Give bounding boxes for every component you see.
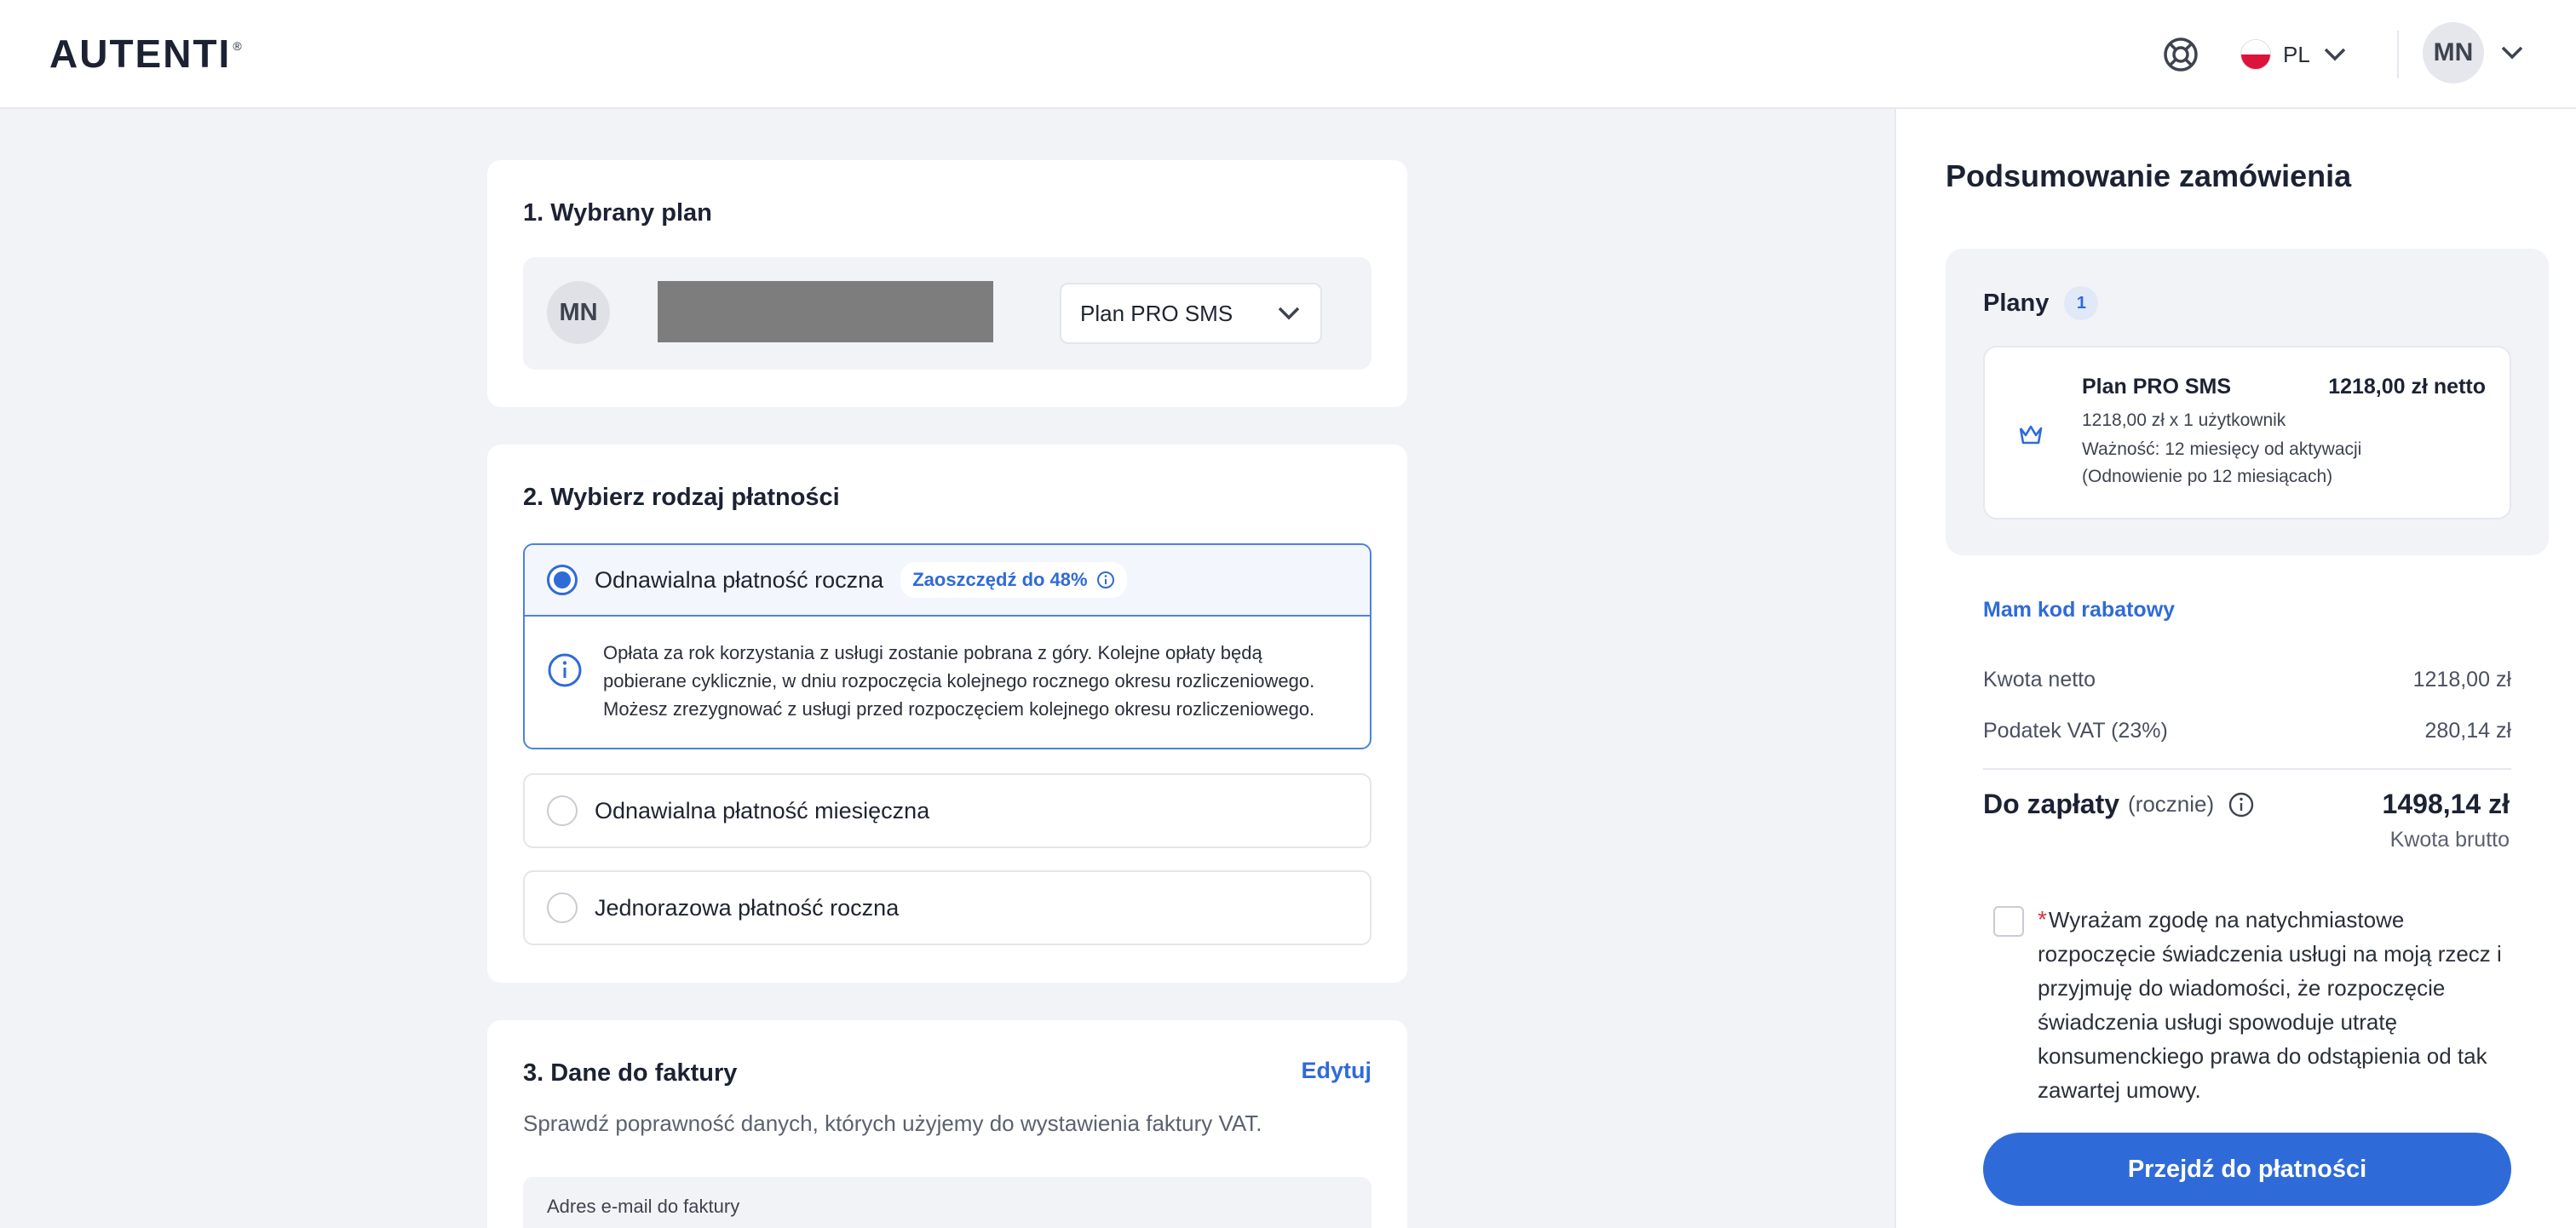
total-label-text: Do zapłaty: [1983, 789, 2120, 819]
poland-flag-icon: [2240, 39, 2271, 70]
payment-option-header[interactable]: Odnawialna płatność miesięczna: [525, 775, 1370, 846]
payment-option-label: Odnawialna płatność miesięczna: [595, 797, 930, 823]
consent-text: *Wyrażam zgodę na natychmiastowe rozpocz…: [2038, 903, 2521, 1107]
net-amount-row: Kwota netto 1218,00 zł: [1983, 668, 2511, 692]
logo-text: AUTENTI: [49, 32, 232, 76]
invoice-data-card: 3. Dane do faktury Edytuj Sprawdź popraw…: [487, 1020, 1407, 1228]
payment-option-label: Odnawialna płatność roczna: [595, 566, 884, 593]
discount-code-link[interactable]: Mam kod rabatowy: [1983, 598, 2175, 623]
top-bar: AUTENTI ® PL MN: [0, 0, 2576, 109]
selected-plan-card: 1. Wybrany plan MN Plan PRO SMS: [487, 160, 1407, 407]
plan-detail: Ważność: 12 miesięcy od aktywacji: [2082, 439, 2362, 459]
avatar: MN: [2423, 22, 2484, 83]
plan-item: Plan PRO SMS 1218,00 zł netto 1218,00 zł…: [1983, 346, 2511, 519]
plan-select-dropdown[interactable]: Plan PRO SMS: [1060, 283, 1322, 344]
consent-checkbox[interactable]: [1993, 906, 2024, 937]
savings-badge-text: Zaoszczędź do 48%: [912, 569, 1088, 590]
payment-option-label: Jednorazowa płatność roczna: [595, 894, 900, 921]
net-amount-label: Kwota netto: [1983, 668, 2096, 691]
vat-value: 280,14 zł: [2424, 719, 2511, 743]
payment-option-one-time-annual[interactable]: Jednorazowa płatność roczna: [523, 870, 1371, 945]
plans-header: Plany 1: [1983, 286, 2099, 320]
plan-user-box: MN Plan PRO SMS: [523, 257, 1371, 370]
section-title: 1. Wybrany plan: [523, 199, 712, 227]
description-line: Możesz zrezygnować z usługi przed rozpoc…: [603, 698, 1315, 720]
autenti-logo[interactable]: AUTENTI ®: [49, 32, 242, 76]
order-summary-panel: Podsumowanie zamówienia Plany 1 Plan PRO…: [1895, 109, 2576, 1228]
chevron-down-icon: [2324, 48, 2346, 61]
consent-checkbox-row[interactable]: *Wyrażam zgodę na natychmiastowe rozpocz…: [1993, 903, 2521, 1107]
plan-detail: (Odnowienie po 12 miesiącach): [2082, 467, 2333, 486]
plan-price: 1218,00 zł netto: [2328, 375, 2486, 399]
user-menu[interactable]: MN: [2423, 22, 2525, 83]
help-lifebuoy-icon[interactable]: [2162, 36, 2199, 73]
plans-title: Plany: [1983, 289, 2050, 317]
payment-option-description: Opłata za rok korzystania z usługi zosta…: [525, 617, 1370, 745]
invoice-subtitle: Sprawdź poprawność danych, których użyje…: [523, 1110, 1262, 1136]
total-value: 1498,14 zł: [2382, 789, 2510, 819]
payment-option-annual-renewable[interactable]: Odnawialna płatność roczna Zaoszczędź do…: [523, 543, 1371, 749]
plan-select-value: Plan PRO SMS: [1080, 300, 1233, 326]
payment-option-monthly-renewable[interactable]: Odnawialna płatność miesięczna: [523, 773, 1371, 848]
savings-badge: Zaoszczędź do 48%: [900, 562, 1127, 598]
payment-option-header[interactable]: Jednorazowa płatność roczna: [525, 872, 1370, 944]
info-icon: [548, 653, 582, 687]
radio-selected[interactable]: [547, 565, 578, 595]
payment-option-header[interactable]: Odnawialna płatność roczna Zaoszczędź do…: [525, 545, 1370, 617]
net-amount-value: 1218,00 zł: [2412, 668, 2511, 691]
vat-row: Podatek VAT (23%) 280,14 zł: [1983, 719, 2511, 743]
redacted-user-info: [658, 281, 993, 342]
description-line: pobierane cyklicznie, w dniu rozpoczęcia…: [603, 670, 1315, 691]
edit-invoice-link[interactable]: Edytuj: [1301, 1058, 1371, 1084]
vat-label: Podatek VAT (23%): [1983, 719, 2168, 743]
total-label: Do zapłaty (rocznie): [1983, 789, 2255, 820]
plan-detail: 1218,00 zł x 1 użytkownik: [2082, 410, 2286, 430]
description-line: Opłata za rok korzystania z usługi zosta…: [603, 642, 1262, 663]
chevron-down-icon: [1278, 307, 1300, 320]
invoice-email-label: Adres e-mail do faktury: [547, 1196, 740, 1217]
info-icon[interactable]: [1096, 571, 1115, 589]
avatar: MN: [547, 281, 610, 344]
plan-name: Plan PRO SMS: [2082, 375, 2232, 399]
required-mark: *: [2038, 906, 2047, 932]
consent-text-body: Wyrażam zgodę na natychmiastowe rozpoczę…: [2038, 907, 2502, 1103]
language-selector[interactable]: PL: [2240, 31, 2348, 78]
invoice-email-field[interactable]: Adres e-mail do faktury: [523, 1177, 1371, 1228]
info-icon[interactable]: [2228, 791, 2255, 818]
payment-type-card: 2. Wybierz rodzaj płatności Odnawialna p…: [487, 445, 1407, 983]
total-period: (rocznie): [2128, 791, 2215, 817]
crown-icon: [2019, 425, 2043, 445]
section-title: 3. Dane do faktury: [523, 1059, 738, 1087]
gross-label: Kwota brutto: [2389, 828, 2510, 852]
plans-count-badge: 1: [2064, 286, 2099, 320]
divider: [1983, 768, 2511, 770]
header-divider: [2397, 31, 2399, 78]
proceed-to-payment-button[interactable]: Przejdź do płatności: [1983, 1133, 2511, 1206]
radio-unselected[interactable]: [547, 892, 578, 923]
summary-title: Podsumowanie zamówienia: [1946, 158, 2352, 193]
logo-registered-mark: ®: [233, 39, 242, 53]
plans-box: Plany 1 Plan PRO SMS 1218,00 zł netto 12…: [1946, 249, 2549, 555]
radio-unselected[interactable]: [547, 795, 578, 826]
section-title: 2. Wybierz rodzaj płatności: [523, 484, 840, 511]
chevron-down-icon: [2501, 46, 2523, 60]
language-label: PL: [2283, 41, 2310, 67]
